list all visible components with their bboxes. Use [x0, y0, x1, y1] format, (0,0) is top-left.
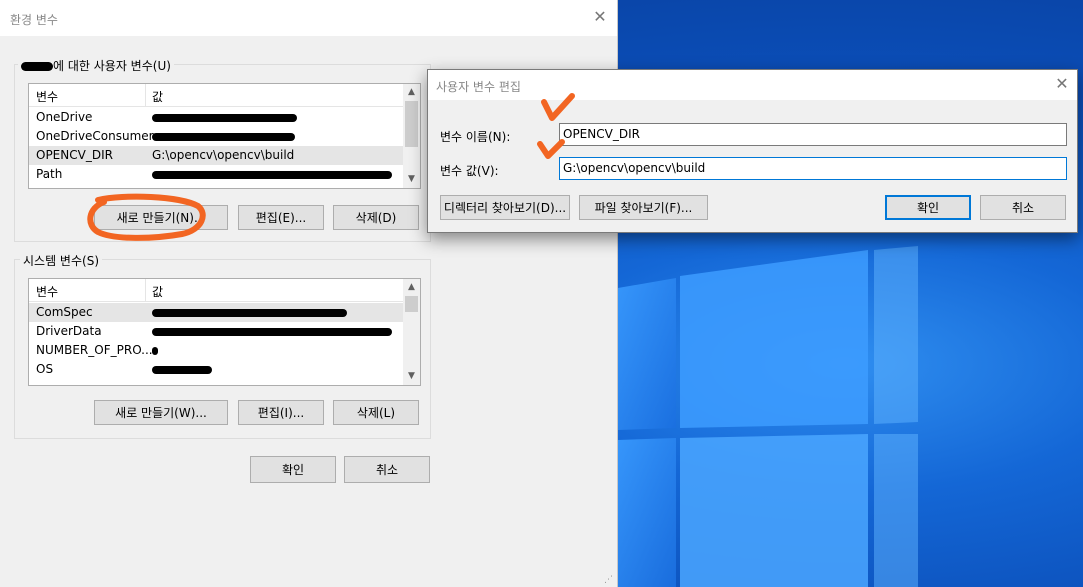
- cancel-button[interactable]: 취소: [344, 456, 430, 483]
- ok-button[interactable]: 확인: [250, 456, 336, 483]
- redacted-value: [152, 305, 347, 319]
- browse-file-button[interactable]: 파일 찾아보기(F)...: [579, 195, 708, 220]
- list-item[interactable]: OneDriveConsumer: [29, 127, 403, 146]
- resize-grip-icon[interactable]: ⋰: [604, 575, 614, 585]
- scroll-thumb[interactable]: [405, 296, 418, 312]
- list-item[interactable]: DriverData: [29, 322, 403, 341]
- title-bar: 환경 변수 ✕: [0, 0, 617, 36]
- user-delete-button[interactable]: 삭제(D): [333, 205, 419, 230]
- user-variables-label: 에 대한 사용자 변수(U): [18, 57, 174, 74]
- user-edit-button[interactable]: 편집(E)...: [238, 205, 324, 230]
- variable-name-label: 변수 이름(N):: [440, 130, 511, 144]
- redacted-value: [152, 362, 212, 376]
- redacted-username: [21, 62, 53, 71]
- variable-value-label: 변수 값(V):: [440, 164, 499, 178]
- system-edit-button[interactable]: 편집(I)...: [238, 400, 324, 425]
- list-item-selected[interactable]: ComSpec: [29, 303, 403, 322]
- system-variables-list[interactable]: 변수 값 ComSpec DriverData NUMBER_OF_PRO...…: [28, 278, 421, 386]
- list-item[interactable]: OneDrive: [29, 108, 403, 127]
- list-header: 변수 값: [29, 84, 403, 107]
- scroll-up-icon[interactable]: ▲: [403, 279, 420, 296]
- scroll-thumb[interactable]: [405, 101, 418, 147]
- vertical-scrollbar[interactable]: ▲ ▼: [403, 279, 420, 385]
- edit-user-variable-dialog: 사용자 변수 편집 ✕ 변수 이름(N): OPENCV_DIR 변수 값(V)…: [427, 69, 1078, 233]
- list-item-selected[interactable]: OPENCV_DIR G:\opencv\opencv\build: [29, 146, 403, 165]
- close-icon[interactable]: ✕: [1053, 75, 1071, 93]
- redacted-value: [152, 129, 295, 143]
- redacted-value: [152, 167, 392, 181]
- dialog-title: 환경 변수: [10, 13, 58, 27]
- column-header-name[interactable]: 변수: [36, 283, 58, 300]
- close-icon[interactable]: ✕: [591, 8, 609, 26]
- list-item[interactable]: NUMBER_OF_PRO...: [29, 341, 403, 360]
- ok-button[interactable]: 확인: [885, 195, 971, 220]
- browse-directory-button[interactable]: 디렉터리 찾아보기(D)...: [440, 195, 570, 220]
- system-delete-button[interactable]: 삭제(L): [333, 400, 419, 425]
- column-header-value[interactable]: 값: [152, 283, 163, 300]
- user-variables-list[interactable]: 변수 값 OneDrive OneDriveConsumer OPENCV_DI…: [28, 83, 421, 189]
- user-new-button[interactable]: 새로 만들기(N)...: [94, 205, 228, 230]
- column-header-value[interactable]: 값: [152, 88, 163, 105]
- redacted-value: [152, 343, 158, 357]
- variable-value-field[interactable]: G:\opencv\opencv\build: [559, 157, 1067, 180]
- list-item[interactable]: Path: [29, 165, 403, 184]
- title-bar: 사용자 변수 편집 ✕: [428, 70, 1077, 100]
- list-item[interactable]: OS: [29, 360, 403, 379]
- dialog-title: 사용자 변수 편집: [436, 80, 521, 94]
- windows-logo: [618, 246, 918, 587]
- redacted-value: [152, 324, 392, 338]
- redacted-value: [152, 110, 297, 124]
- system-new-button[interactable]: 새로 만들기(W)...: [94, 400, 228, 425]
- list-header: 변수 값: [29, 279, 403, 302]
- system-variables-label: 시스템 변수(S): [20, 252, 102, 269]
- variable-name-field[interactable]: OPENCV_DIR: [559, 123, 1067, 146]
- scroll-down-icon[interactable]: ▼: [403, 368, 420, 385]
- scroll-up-icon[interactable]: ▲: [403, 84, 420, 101]
- scroll-down-icon[interactable]: ▼: [403, 171, 420, 188]
- column-header-name[interactable]: 변수: [36, 88, 58, 105]
- vertical-scrollbar[interactable]: ▲ ▼: [403, 84, 420, 188]
- cancel-button[interactable]: 취소: [980, 195, 1066, 220]
